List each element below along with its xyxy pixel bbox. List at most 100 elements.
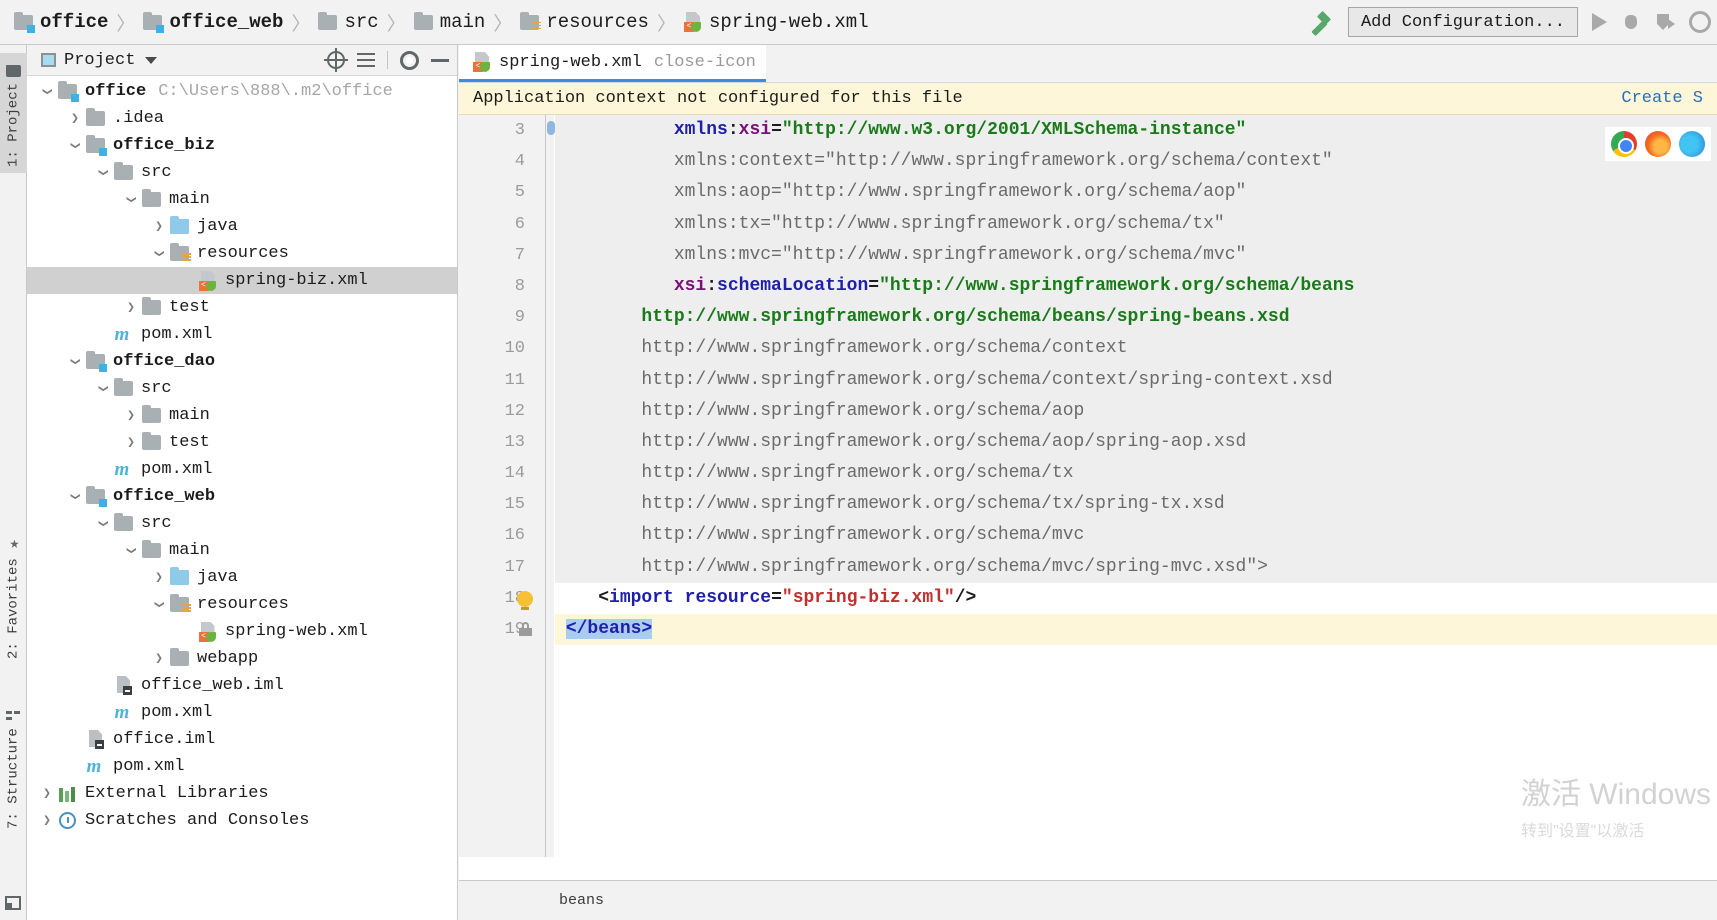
- chevron-down-icon[interactable]: [65, 489, 85, 504]
- tree-row[interactable]: src: [27, 159, 457, 186]
- hammer-icon[interactable]: [1308, 9, 1334, 35]
- code-token: =: [771, 587, 782, 608]
- code-token: http://www.springframework.org/schema/tx: [641, 463, 1074, 484]
- tree-row[interactable]: src: [27, 375, 457, 402]
- tree-row[interactable]: test: [27, 429, 457, 456]
- tree-item-label: spring-web.xml: [225, 622, 368, 641]
- tree-row[interactable]: office C:\Users\888\.m2\office: [27, 78, 457, 105]
- sidebar-item-project[interactable]: 1: Project: [0, 53, 27, 173]
- add-configuration-button[interactable]: Add Configuration...: [1347, 7, 1578, 37]
- breadcrumb-item-resources[interactable]: resources: [520, 11, 649, 33]
- tree-item-icon: [169, 567, 190, 585]
- hide-panel-icon[interactable]: [431, 58, 449, 62]
- sidebar-item-favorites[interactable]: 2: Favorites ★: [0, 515, 27, 665]
- breadcrumb-label: src: [344, 11, 379, 33]
- chevron-right-icon[interactable]: [65, 111, 85, 126]
- chevron-right-icon[interactable]: [121, 435, 141, 450]
- tree-row[interactable]: office_web.iml: [27, 672, 457, 699]
- tree-item-icon: [85, 486, 107, 507]
- breadcrumb-item-office-web[interactable]: office_web: [143, 11, 283, 33]
- chevron-down-icon[interactable]: [65, 354, 85, 369]
- chevron-right-icon[interactable]: [121, 408, 141, 423]
- tree-row[interactable]: main: [27, 402, 457, 429]
- chevron-down-icon[interactable]: [65, 138, 85, 153]
- close-icon[interactable]: close-icon: [654, 53, 756, 72]
- tree-row[interactable]: office_dao: [27, 348, 457, 375]
- tree-row[interactable]: office_biz: [27, 132, 457, 159]
- resources-folder-icon: [170, 243, 191, 261]
- chevron-right-icon[interactable]: [149, 219, 169, 234]
- chevron-down-icon[interactable]: [37, 84, 57, 99]
- editor-tab-spring-web-xml[interactable]: < spring-web.xml close-icon: [459, 45, 766, 82]
- browser-preview-bar[interactable]: [1605, 127, 1711, 161]
- tree-row[interactable]: java: [27, 564, 457, 591]
- code-token: xsi: [738, 120, 772, 140]
- chevron-right-icon[interactable]: [149, 651, 169, 666]
- tree-row[interactable]: office.iml: [27, 726, 457, 753]
- debug-icon[interactable]: [1621, 12, 1641, 32]
- fold-indicator[interactable]: [547, 121, 555, 135]
- tree-row[interactable]: External Libraries: [27, 780, 457, 807]
- line-number: 8: [514, 276, 525, 296]
- breadcrumb-item-main[interactable]: main: [413, 11, 485, 33]
- module-folder-icon: [86, 351, 107, 372]
- tree-row[interactable]: m pom.xml: [27, 753, 457, 780]
- status-breadcrumb[interactable]: beans: [559, 892, 604, 909]
- tree-item-icon: m: [113, 325, 134, 344]
- chevron-down-icon[interactable]: [121, 543, 141, 558]
- chevron-down-icon[interactable]: [145, 56, 158, 64]
- chevron-down-icon[interactable]: [149, 597, 169, 612]
- module-folder-icon: [58, 81, 79, 102]
- chevron-down-icon[interactable]: [93, 165, 113, 180]
- code-token: "http://www.w3.org/2001/XMLSchema-instan…: [781, 120, 1247, 140]
- tree-item-icon: [85, 730, 106, 749]
- breadcrumb-item-office[interactable]: office: [14, 11, 108, 33]
- scroll-from-source-icon[interactable]: [324, 48, 348, 72]
- tree-row[interactable]: test: [27, 294, 457, 321]
- tree-row[interactable]: .idea: [27, 105, 457, 132]
- tree-row[interactable]: m pom.xml: [27, 321, 457, 348]
- breadcrumb-label: spring-web.xml: [708, 11, 869, 33]
- tree-row[interactable]: m pom.xml: [27, 456, 457, 483]
- tree-row[interactable]: resources: [27, 591, 457, 618]
- intention-bulb-icon[interactable]: [517, 591, 533, 610]
- tree-row[interactable]: m pom.xml: [27, 699, 457, 726]
- run-with-coverage-icon[interactable]: [1655, 12, 1675, 32]
- breadcrumb-item-spring-web-xml[interactable]: < spring-web.xml: [683, 11, 869, 33]
- circle-icon[interactable]: [1689, 11, 1711, 33]
- sidebar-item-structure[interactable]: 7: Structure: [0, 685, 27, 835]
- run-icon[interactable]: [1592, 13, 1607, 31]
- collapse-all-icon[interactable]: [357, 51, 375, 69]
- tree-row[interactable]: resources: [27, 240, 457, 267]
- tree-row[interactable]: java: [27, 213, 457, 240]
- chevron-down-icon[interactable]: [149, 246, 169, 261]
- project-panel-title: Project: [64, 50, 136, 70]
- settings-gear-icon[interactable]: [400, 50, 419, 70]
- breadcrumb-item-src[interactable]: src: [318, 11, 379, 33]
- terminal-icon[interactable]: [5, 896, 21, 910]
- fold-lock-icon[interactable]: [519, 622, 532, 637]
- tree-row[interactable]: office_web: [27, 483, 457, 510]
- chevron-right-icon[interactable]: [37, 813, 57, 828]
- tree-row[interactable]: main: [27, 537, 457, 564]
- firefox-icon[interactable]: [1645, 131, 1671, 157]
- edge-icon[interactable]: [1679, 131, 1705, 157]
- create-context-link[interactable]: Create S: [1621, 89, 1703, 108]
- project-tree[interactable]: office C:\Users\888\.m2\office .idea office…: [27, 76, 457, 919]
- line-number: 3: [514, 121, 525, 140]
- chevron-down-icon[interactable]: [93, 516, 113, 531]
- tree-row[interactable]: main: [27, 186, 457, 213]
- tree-row[interactable]: webapp: [27, 645, 457, 672]
- chevron-right-icon[interactable]: [121, 300, 141, 315]
- tree-row[interactable]: src: [27, 510, 457, 537]
- tree-row[interactable]: < spring-web.xml: [27, 618, 457, 645]
- tree-item-icon: [113, 676, 134, 695]
- chevron-down-icon[interactable]: [121, 192, 141, 207]
- code-editor[interactable]: 3 4 5 6 7 8 9 10 11 12 13 14 15 16 17 18 19 xmlns:xsi="h…: [459, 115, 1717, 857]
- chrome-icon[interactable]: [1611, 131, 1637, 157]
- chevron-right-icon[interactable]: [149, 570, 169, 585]
- chevron-down-icon[interactable]: [93, 381, 113, 396]
- tree-row[interactable]: Scratches and Consoles: [27, 807, 457, 834]
- chevron-right-icon[interactable]: [37, 786, 57, 801]
- tree-row[interactable]: < spring-biz.xml: [27, 267, 457, 294]
